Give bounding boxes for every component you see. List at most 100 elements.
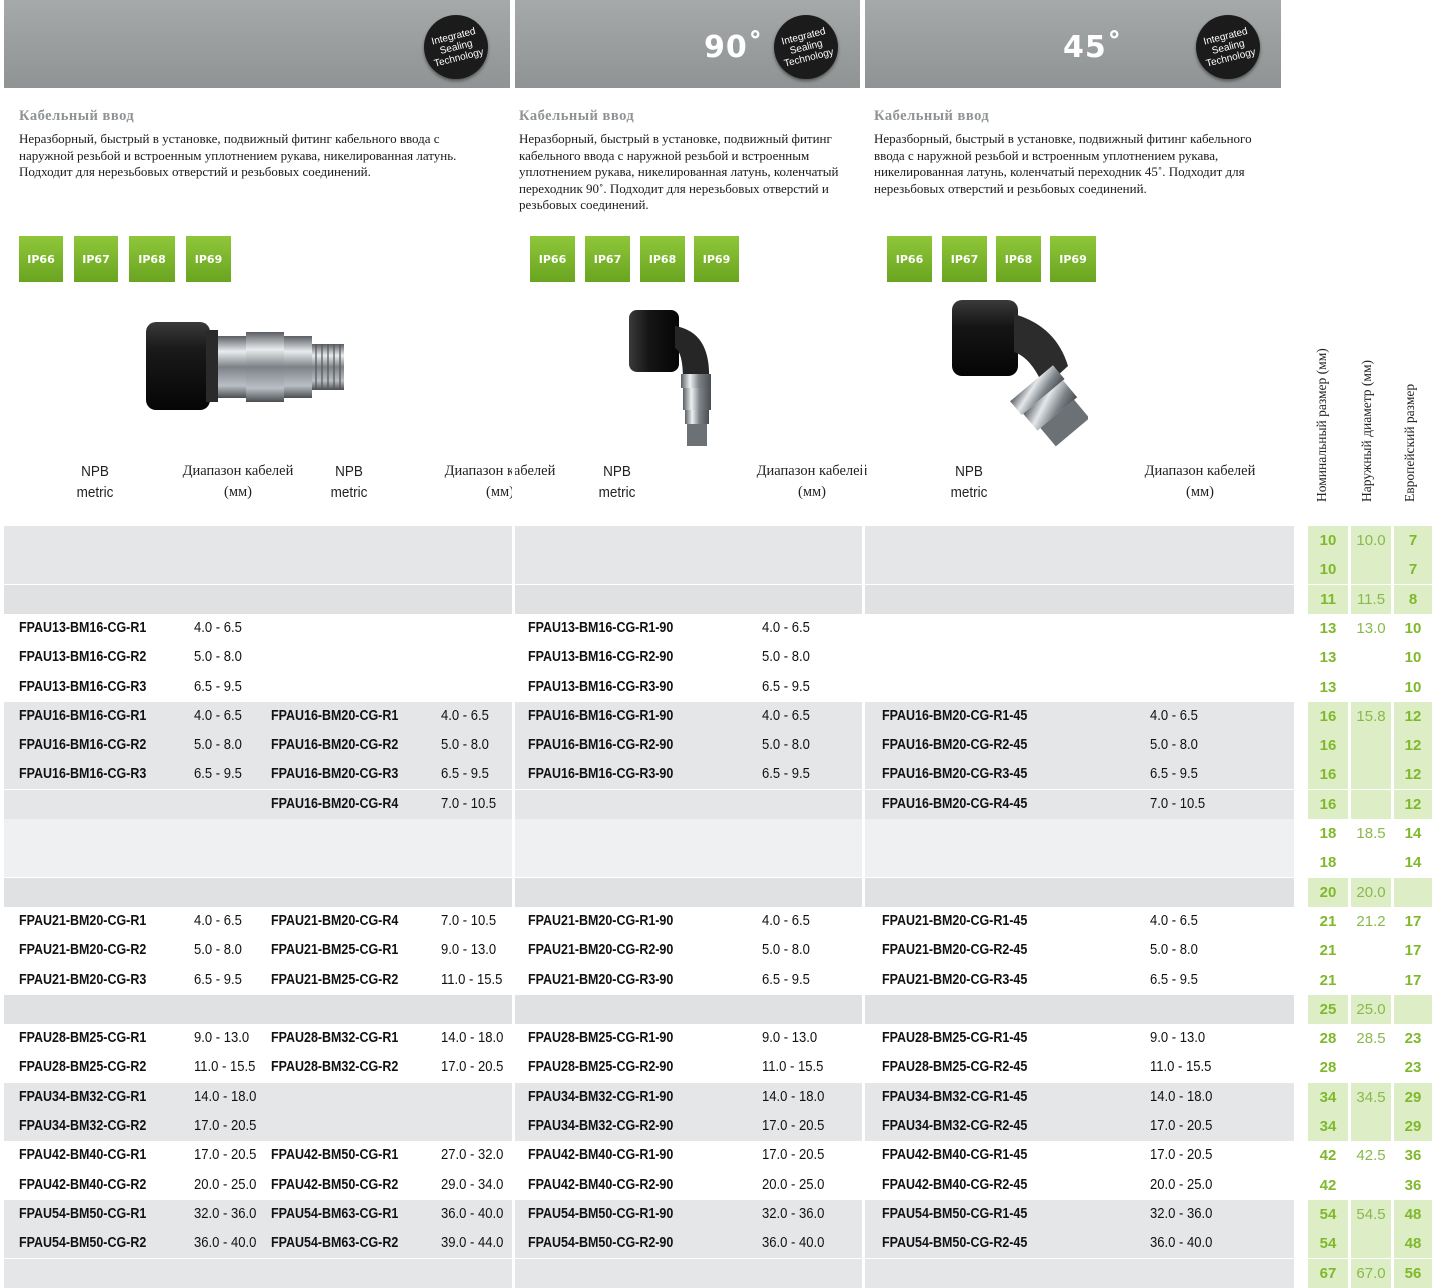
nominal-size: 18 <box>1308 819 1348 848</box>
cable-range: 9.0 - 13.0 <box>762 1030 818 1047</box>
table-row: FPAU21-BM20-CG-R1 4.0 - 6.5 FPAU21-BM20-CG… <box>0 906 1440 936</box>
part-number: FPAU42-BM40-CG-R1 <box>19 1147 147 1164</box>
european-size: 29 <box>1394 1082 1432 1112</box>
cable-range: 17.0 - 20.5 <box>194 1118 257 1134</box>
sealing-technology-badge: Integrated Sealing Technology <box>424 15 488 79</box>
cable-range: 4.0 - 6.5 <box>441 707 489 724</box>
cable-range: 14.0 - 18.0 <box>194 1088 257 1105</box>
ip-rating-badge: IP68 <box>996 236 1041 282</box>
outer-diameter <box>1351 760 1391 790</box>
european-size: 7 <box>1394 555 1432 585</box>
european-size: 23 <box>1394 1024 1432 1054</box>
table-row: FPAU16-BM16-CG-R1 4.0 - 6.5 FPAU16-BM20-CG… <box>0 701 1440 731</box>
part-number: FPAU42-BM40-CG-R1-90 <box>528 1147 674 1164</box>
european-size: 14 <box>1394 819 1432 848</box>
cable-range: 6.5 - 9.5 <box>194 971 242 988</box>
outer-diameter: 21.2 <box>1351 906 1391 936</box>
ip-rating-badge: IP68 <box>640 236 685 282</box>
outer-diameter <box>1351 1112 1391 1141</box>
outer-diameter: 18.5 <box>1351 819 1391 848</box>
nominal-size: 10 <box>1308 555 1348 585</box>
table-row: FPAU28-BM25-CG-R1 9.0 - 13.0 FPAU28-BM32-C… <box>0 1024 1440 1054</box>
part-number: FPAU34-BM32-CG-R1-90 <box>528 1088 674 1105</box>
cable-range: 6.5 - 9.5 <box>762 678 810 695</box>
nominal-size: 28 <box>1308 1053 1348 1083</box>
sealing-technology-badge: Integrated Sealing Technology <box>774 15 838 79</box>
cable-range: 5.0 - 8.0 <box>194 649 242 666</box>
nominal-size: 54 <box>1308 1229 1348 1259</box>
european-size: 10 <box>1394 672 1432 702</box>
cable-range: 9.0 - 13.0 <box>441 942 497 959</box>
part-number: FPAU16-BM20-CG-R4-45 <box>882 795 1028 812</box>
nominal-size: 18 <box>1308 848 1348 878</box>
nominal-size: 34 <box>1308 1082 1348 1112</box>
outer-diameter: 15.8 <box>1351 701 1391 731</box>
cable-range: 11.0 - 15.5 <box>1150 1059 1212 1076</box>
european-size <box>1394 877 1432 907</box>
npb-metric-header: NPB metric <box>598 463 636 501</box>
part-number: FPAU21-BM20-CG-R1-45 <box>882 912 1028 929</box>
part-number: FPAU21-BM20-CG-R1-90 <box>528 912 674 929</box>
table-row: FPAU54-BM50-CG-R2 36.0 - 40.0 FPAU54-BM63-… <box>0 1229 1440 1259</box>
table-row: FPAU13-BM16-CG-R1 4.0 - 6.5 FPAU13-BM16-CG… <box>0 613 1440 643</box>
part-number: FPAU34-BM32-CG-R2 <box>19 1118 147 1134</box>
table-row: FPAU21-BM20-CG-R3 6.5 - 9.5 FPAU21-BM25-CG… <box>0 965 1440 995</box>
part-number: FPAU16-BM16-CG-R2-90 <box>528 737 674 754</box>
outer-diameter <box>1351 936 1391 966</box>
part-number: FPAU28-BM25-CG-R2 <box>19 1059 147 1076</box>
cable-range: 6.5 - 9.5 <box>194 678 242 695</box>
part-number: FPAU16-BM20-CG-R4 <box>271 795 399 812</box>
nominal-size: 13 <box>1308 643 1348 673</box>
ip-rating-badge: IP68 <box>129 236 175 282</box>
part-number: FPAU54-BM50-CG-R1 <box>19 1205 147 1222</box>
cable-range: 6.5 - 9.5 <box>441 766 489 783</box>
cable-range: 32.0 - 36.0 <box>1150 1205 1213 1222</box>
table-row: FPAU34-BM32-CG-R2 17.0 - 20.5 FPAU34-BM32-… <box>0 1112 1440 1141</box>
table-row: FPAU16-BM16-CG-R3 6.5 - 9.5 FPAU16-BM20-CG… <box>0 760 1440 790</box>
part-number: FPAU28-BM25-CG-R2-90 <box>528 1059 674 1076</box>
part-number: FPAU16-BM20-CG-R1-45 <box>882 707 1028 724</box>
table-row: FPAU21-BM20-CG-R2 5.0 - 8.0 FPAU21-BM25-CG… <box>0 936 1440 966</box>
cable-range: 5.0 - 8.0 <box>194 737 242 754</box>
panel-title: Кабельный ввод <box>19 108 135 124</box>
npb-metric-header: NPB metric <box>76 463 114 501</box>
nominal-size: 21 <box>1308 936 1348 966</box>
part-number: FPAU28-BM25-CG-R2-45 <box>882 1059 1028 1076</box>
table-row: 25 25.0 <box>0 994 1440 1024</box>
european-size: 48 <box>1394 1229 1432 1259</box>
part-number: FPAU42-BM40-CG-R2 <box>19 1176 147 1193</box>
outer-diameter <box>1351 789 1391 819</box>
part-number: FPAU42-BM40-CG-R1-45 <box>882 1147 1028 1164</box>
straight-fitting-image <box>146 322 344 410</box>
table-row: 10 10.0 7 <box>0 526 1440 555</box>
cable-range: 20.0 - 25.0 <box>194 1176 257 1193</box>
part-number: FPAU28-BM32-CG-R2 <box>271 1059 399 1076</box>
part-number: FPAU21-BM20-CG-R1 <box>19 912 147 929</box>
part-number: FPAU34-BM32-CG-R2-45 <box>882 1118 1028 1134</box>
european-size <box>1394 994 1432 1024</box>
cable-range: 36.0 - 40.0 <box>1150 1235 1213 1252</box>
cable-range-header: Диапазон кабелей (мм) <box>182 463 294 500</box>
part-number: FPAU54-BM63-CG-R2 <box>271 1235 399 1252</box>
column-divider <box>862 0 865 1288</box>
cable-range: 36.0 - 40.0 <box>762 1235 825 1252</box>
cable-range: 4.0 - 6.5 <box>762 619 810 636</box>
part-number: FPAU16-BM16-CG-R3-90 <box>528 766 674 783</box>
table-row: FPAU28-BM25-CG-R2 11.0 - 15.5 FPAU28-BM32-… <box>0 1053 1440 1083</box>
part-number: FPAU21-BM20-CG-R2 <box>19 942 147 959</box>
european-size: 36 <box>1394 1170 1432 1200</box>
part-number: FPAU54-BM50-CG-R1-90 <box>528 1205 674 1222</box>
cable-range: 20.0 - 25.0 <box>762 1176 825 1193</box>
european-size: 12 <box>1394 789 1432 819</box>
row-background <box>4 789 1294 819</box>
cable-range: 5.0 - 8.0 <box>441 737 489 754</box>
nominal-size: 13 <box>1308 613 1348 643</box>
table-row: FPAU16-BM20-CG-R4 7.0 - 10.5 FPAU16-BM20-C… <box>0 789 1440 819</box>
outer-diameter <box>1351 848 1391 878</box>
part-number: FPAU21-BM20-CG-R2-45 <box>882 942 1028 959</box>
european-size: 12 <box>1394 760 1432 790</box>
elbow-45-fitting-image <box>952 300 1088 447</box>
cable-range: 29.0 - 34.0 <box>441 1176 504 1193</box>
outer-diameter: 67.0 <box>1351 1258 1391 1288</box>
nominal-size: 21 <box>1308 965 1348 995</box>
